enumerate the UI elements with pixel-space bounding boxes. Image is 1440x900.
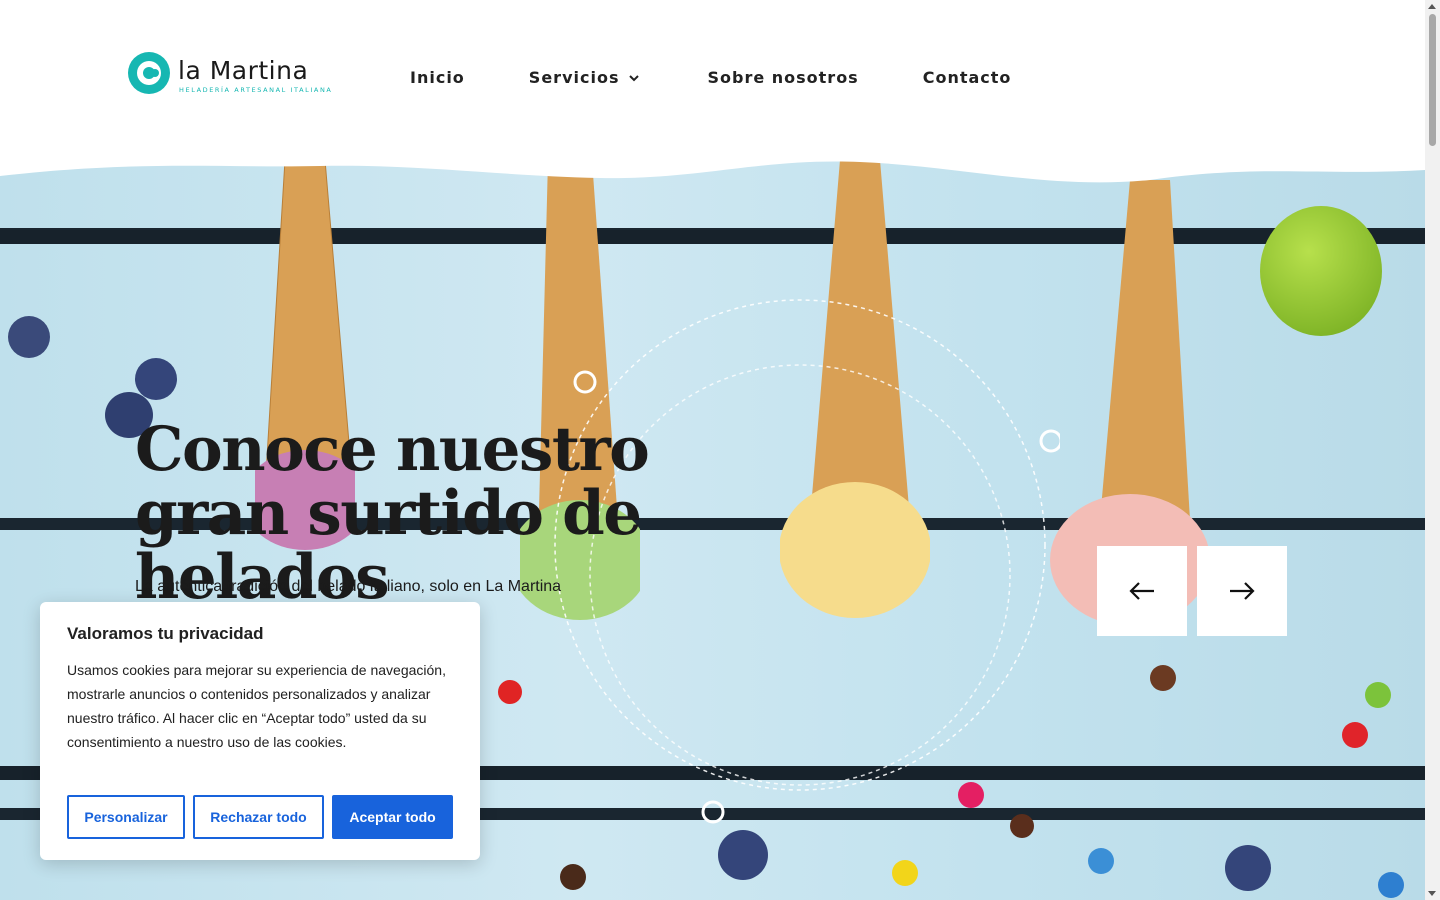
candy-image <box>1088 848 1114 874</box>
nav-item-contacto[interactable]: Contacto <box>923 68 1012 87</box>
candy-image <box>1342 722 1368 748</box>
torn-edge-decoration <box>0 160 1425 183</box>
brand-logo[interactable]: la Martina HELADERÍA ARTESANAL ITALIANA <box>128 52 331 98</box>
brand-name: la Martina <box>178 56 309 85</box>
arrow-right-icon <box>1230 582 1255 600</box>
cookie-customize-button[interactable]: Personalizar <box>67 795 185 839</box>
logo-mark-icon <box>128 52 170 94</box>
nav-item-servicios[interactable]: Servicios <box>529 68 642 87</box>
candy-image <box>560 864 586 890</box>
blueberry-image <box>8 316 50 358</box>
scroll-down-icon[interactable] <box>1428 891 1436 896</box>
candy-image <box>892 860 918 886</box>
cookie-body: Usamos cookies para mejorar su experienc… <box>67 662 446 750</box>
nav-item-sobre-nosotros[interactable]: Sobre nosotros <box>707 68 858 87</box>
blueberry-image <box>718 830 768 880</box>
page-scrollbar[interactable] <box>1425 0 1440 900</box>
scroll-thumb[interactable] <box>1429 14 1436 146</box>
page: la Martina HELADERÍA ARTESANAL ITALIANA … <box>0 0 1425 900</box>
blueberry-image <box>1225 845 1271 891</box>
cookie-consent-banner: Valoramos tu privacidad Usamos cookies p… <box>40 602 480 860</box>
arrow-left-icon <box>1129 582 1154 600</box>
nav-item-servicios-label: Servicios <box>528 68 620 87</box>
candy-image <box>498 680 522 704</box>
cookie-reject-button[interactable]: Rechazar todo <box>193 795 324 839</box>
site-header: la Martina HELADERÍA ARTESANAL ITALIANA … <box>0 0 1425 160</box>
brand-tagline: HELADERÍA ARTESANAL ITALIANA <box>179 86 333 94</box>
scroll-up-icon[interactable] <box>1428 4 1436 9</box>
main-nav: Inicio Servicios Sobre nosotros Contacto <box>410 68 1011 87</box>
blueberry-image <box>135 358 177 400</box>
nav-item-inicio[interactable]: Inicio <box>410 68 465 87</box>
slider-prev-button[interactable] <box>1097 546 1187 636</box>
slider-next-button[interactable] <box>1197 546 1287 636</box>
chevron-down-icon <box>629 74 640 81</box>
candy-image <box>1378 872 1404 898</box>
cookie-accept-button[interactable]: Aceptar todo <box>332 795 453 839</box>
candy-image <box>1365 682 1391 708</box>
candy-image <box>1150 665 1176 691</box>
hero-subtitle: La auténtica tradición del helado italia… <box>135 578 562 595</box>
cookie-title: Valoramos tu privacidad <box>67 624 264 643</box>
lime-image <box>1260 206 1382 336</box>
